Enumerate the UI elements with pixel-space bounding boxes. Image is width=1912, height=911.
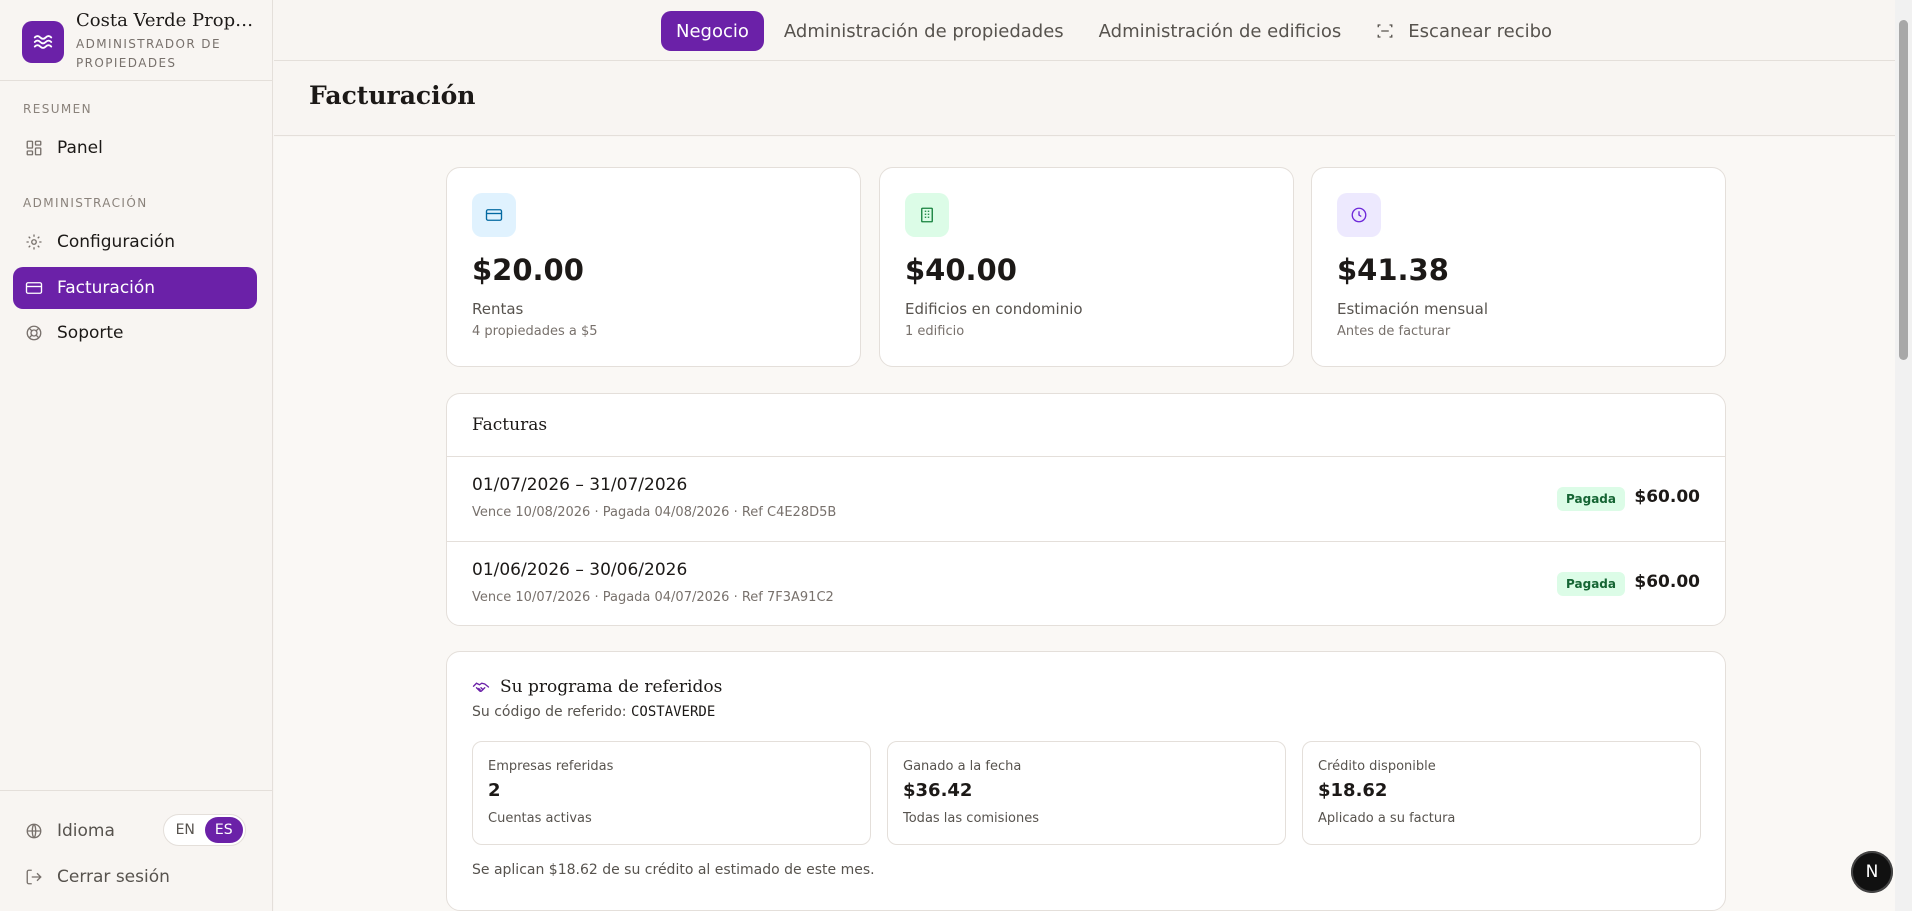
stat-value: $40.00 — [905, 253, 1017, 287]
tab-label: Escanear recibo — [1408, 20, 1553, 42]
sidebar-item-label: Configuración — [57, 232, 175, 252]
stat-card-edificios: $40.00 Edificios en condominio 1 edifici… — [879, 167, 1294, 367]
referral-stat-label: Crédito disponible — [1318, 759, 1436, 774]
credit-card-icon — [472, 193, 516, 237]
invoice-meta: Vence 10/07/2026 · Pagada 04/07/2026 · R… — [472, 590, 834, 605]
lifebuoy-icon — [23, 322, 45, 344]
referral-stat-empresas: Empresas referidas 2 Cuentas activas — [472, 741, 871, 845]
language-option-es[interactable]: ES — [204, 817, 243, 843]
language-option-en[interactable]: EN — [166, 817, 205, 843]
sidebar-item-configuracion[interactable]: Configuración — [13, 221, 257, 263]
sidebar-item-panel[interactable]: Panel — [13, 127, 257, 169]
invoice-meta: Vence 10/08/2026 · Pagada 04/08/2026 · R… — [472, 505, 837, 520]
brand-role: Administrador de propiedades — [76, 37, 221, 70]
section-label-resumen: Resumen — [23, 102, 93, 116]
referral-stat-ganado: Ganado a la fecha $36.42 Todas las comis… — [887, 741, 1286, 845]
main-content: $20.00 Rentas 4 propiedades a $5 $40.00 … — [274, 137, 1895, 911]
stat-label: Estimación mensual — [1337, 300, 1489, 318]
stat-label: Rentas — [472, 300, 524, 318]
handshake-icon — [472, 678, 490, 696]
waves-logo-icon — [22, 21, 64, 63]
sidebar-item-label: Soporte — [57, 323, 124, 343]
stat-value: $20.00 — [472, 253, 584, 287]
referral-card: Su programa de referidos Su código de re… — [446, 651, 1726, 911]
status-badge: Pagada — [1557, 487, 1625, 511]
status-badge: Pagada — [1557, 572, 1625, 596]
referral-stat-sub: Todas las comisiones — [903, 811, 1040, 826]
tab-negocio[interactable]: Negocio — [661, 11, 764, 51]
invoice-period: 01/07/2026 – 31/07/2026 — [472, 475, 688, 495]
sidebar-item-soporte[interactable]: Soporte — [13, 312, 257, 354]
dev-tools-button[interactable]: N — [1851, 851, 1893, 893]
sidebar-item-label: Panel — [57, 138, 103, 158]
referral-note: Se aplican $18.62 de su crédito al estim… — [472, 862, 875, 878]
invoice-amount: $60.00 — [1634, 487, 1700, 507]
tab-administracion-edificios[interactable]: Administración de edificios — [1084, 11, 1357, 51]
page-title: Facturación — [309, 81, 476, 110]
language-toggle[interactable]: EN ES — [163, 814, 246, 846]
page-header: Facturación — [274, 61, 1895, 136]
referral-stat-value: $18.62 — [1318, 780, 1388, 801]
referral-code-row: Su código de referido: COSTAVERDE — [472, 704, 715, 720]
sidebar-item-label: Facturación — [57, 278, 156, 298]
table-row[interactable]: 01/06/2026 – 30/06/2026 Vence 10/07/2026… — [447, 542, 1725, 627]
referral-code-label: Su código de referido: — [472, 704, 627, 720]
logout-icon — [23, 866, 45, 888]
gear-icon — [23, 231, 45, 253]
logout-label: Cerrar sesión — [57, 867, 170, 887]
referral-stat-sub: Cuentas activas — [488, 811, 592, 826]
building-icon — [905, 193, 949, 237]
referral-title-text: Su programa de referidos — [500, 677, 723, 697]
logout-button[interactable]: Cerrar sesión — [13, 856, 257, 898]
brand-name: Costa Verde Proper... — [76, 10, 256, 31]
sidebar-item-facturacion[interactable]: Facturación — [13, 267, 257, 309]
invoices-title: Facturas — [447, 394, 1725, 457]
sidebar: Costa Verde Proper... Administrador de p… — [0, 0, 273, 911]
tab-escanear-recibo[interactable]: Escanear recibo — [1361, 11, 1567, 51]
referral-title: Su programa de referidos — [472, 677, 722, 697]
table-row[interactable]: 01/07/2026 – 31/07/2026 Vence 10/08/2026… — [447, 457, 1725, 542]
brand[interactable]: Costa Verde Proper... Administrador de p… — [0, 0, 272, 81]
stat-card-rentas: $20.00 Rentas 4 propiedades a $5 — [446, 167, 861, 367]
top-bar: Negocio Administración de propiedades Ad… — [274, 0, 1895, 61]
stat-value: $41.38 — [1337, 253, 1449, 287]
section-label-administracion: Administración — [23, 196, 148, 210]
stat-label: Edificios en condominio — [905, 300, 1083, 318]
language-label: Idioma — [57, 821, 115, 841]
referral-stat-sub: Aplicado a su factura — [1318, 811, 1456, 826]
scrollbar-thumb[interactable] — [1899, 20, 1908, 360]
invoices-card: Facturas 01/07/2026 – 31/07/2026 Vence 1… — [446, 393, 1726, 626]
stat-sub: Antes de facturar — [1337, 324, 1451, 339]
top-nav: Negocio Administración de propiedades Ad… — [661, 11, 1572, 51]
page-scrollbar[interactable] — [1895, 0, 1912, 911]
referral-stat-value: $36.42 — [903, 780, 973, 801]
referral-stat-label: Empresas referidas — [488, 759, 614, 774]
credit-card-icon — [23, 277, 45, 299]
referral-stat-value: 2 — [488, 780, 501, 801]
invoice-period: 01/06/2026 – 30/06/2026 — [472, 560, 688, 580]
stat-sub: 1 edificio — [905, 324, 965, 339]
clock-icon — [1337, 193, 1381, 237]
globe-icon — [23, 820, 45, 842]
sidebar-footer: Idioma EN ES Cerrar sesión — [0, 790, 273, 911]
dashboard-grid-icon — [23, 137, 45, 159]
invoice-amount: $60.00 — [1634, 572, 1700, 592]
stat-sub: 4 propiedades a $5 — [472, 324, 598, 339]
stat-card-estimacion: $41.38 Estimación mensual Antes de factu… — [1311, 167, 1726, 367]
referral-stat-credito: Crédito disponible $18.62 Aplicado a su … — [1302, 741, 1701, 845]
scan-icon — [1376, 22, 1394, 40]
referral-code[interactable]: COSTAVERDE — [631, 704, 715, 720]
tab-administracion-propiedades[interactable]: Administración de propiedades — [769, 11, 1079, 51]
referral-stat-label: Ganado a la fecha — [903, 759, 1022, 774]
